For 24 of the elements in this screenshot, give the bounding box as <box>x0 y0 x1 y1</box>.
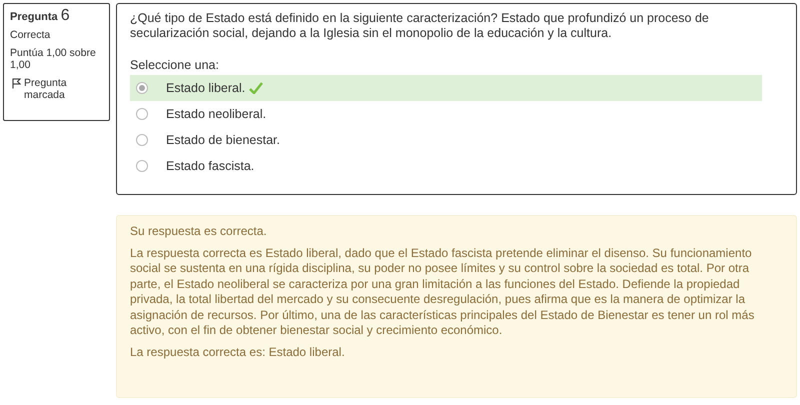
option-label: Estado neoliberal. <box>166 106 266 122</box>
check-icon <box>249 82 264 94</box>
feedback-result: Su respuesta es correcta. <box>130 224 268 240</box>
question-label: Pregunta <box>10 11 58 23</box>
radio-button[interactable] <box>136 134 148 146</box>
option-label: Estado liberal. <box>166 80 246 96</box>
question-number: 6 <box>60 10 70 22</box>
question-score: Puntúa 1,00 sobre 1,00 <box>10 47 97 71</box>
option-label: Estado fascista. <box>166 158 254 174</box>
correct-answer-text: La respuesta correcta es: Estado liberal. <box>130 344 346 360</box>
feedback-explanation: La respuesta correcta es Estado liberal, dado que el Estado fascista pretende eliminar el disenso. Su funcionamiento social se sustenta en una rígida disciplina, su poder no posee límites y su control sobre la sociedad es total. Por otra parte, el Estado neoliberal se caracteriza por una gran limitación a las funciones del Estado. Defiende la propiedad privada, la total libertad del mercado y su consecuente desregulación, pues afirma que es la manera de optimizar la asignación de recursos. Por último, una de las características principales del Estado de Bienestar es tener un rol más activo, con el fin de obtener bienestar social y crecimiento económico. <box>130 246 756 338</box>
answer-option[interactable]: Estado fascista. <box>130 153 762 179</box>
flag-icon <box>12 78 21 89</box>
radio-button[interactable] <box>136 160 148 172</box>
radio-button[interactable] <box>136 108 148 120</box>
flag-link[interactable]: Pregunta marcada <box>24 77 103 101</box>
question-status: Correcta <box>10 29 52 41</box>
answer-option[interactable]: Estado neoliberal. <box>130 101 762 127</box>
radio-button[interactable] <box>136 82 148 94</box>
question-text: ¿Qué tipo de Estado está definido en la siguiente caracterización? Estado que profundizó un proceso de secularización social, dejando a la Iglesia sin el monopolio de la educación y la cultura. <box>130 11 710 41</box>
answer-option[interactable]: Estado de bienestar. <box>130 127 762 153</box>
select-prompt: Seleccione una: <box>130 58 220 73</box>
option-label: Estado de bienestar. <box>166 132 280 148</box>
answer-option[interactable]: Estado liberal. <box>130 75 762 101</box>
